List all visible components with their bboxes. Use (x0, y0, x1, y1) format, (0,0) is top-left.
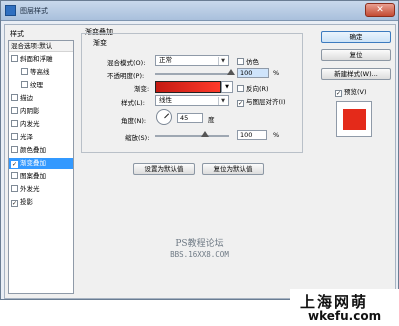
style-item-label: 图案叠加 (20, 172, 46, 180)
style-checkbox[interactable] (11, 133, 18, 140)
dither-label: 仿色 (246, 58, 259, 66)
scale-input[interactable]: 100 (237, 130, 267, 140)
style-item-label: 纹理 (30, 81, 43, 89)
style-list-item[interactable]: 混合选项:默认 (9, 41, 73, 52)
angle-label: 角度(N): (121, 117, 147, 125)
scale-slider-track[interactable] (155, 135, 229, 137)
preview-checkbox[interactable]: ✓ 预览(V) (335, 86, 367, 97)
chevron-down-icon: ▼ (218, 57, 227, 65)
watermark-title: PS教程论坛 (175, 239, 224, 249)
align-with-layer-checkbox[interactable]: ✓ 与图层对齐(I) (237, 96, 286, 107)
style-checkbox[interactable] (11, 172, 18, 179)
style-checkbox[interactable] (11, 55, 18, 62)
style-item-label: 颜色叠加 (20, 146, 46, 154)
style-list-item[interactable]: 等高线 (9, 67, 73, 78)
preview-label: 预览(V) (344, 88, 367, 96)
opacity-unit: % (273, 69, 280, 77)
blend-mode-select[interactable]: 正常 ▼ (155, 55, 229, 66)
style-list-item[interactable]: 描边 (9, 93, 73, 104)
scale-label: 缩放(S): (125, 134, 150, 142)
style-item-label: 投影 (20, 198, 33, 206)
gradient-group-title: 渐变 (91, 38, 109, 48)
style-checkbox[interactable] (11, 185, 18, 192)
style-item-label: 等高线 (30, 68, 50, 76)
angle-dial-needle (164, 113, 170, 119)
reverse-checkbox[interactable]: 反向(R) (237, 83, 269, 93)
style-item-label: 光泽 (20, 133, 33, 141)
style-checkbox[interactable] (11, 107, 18, 114)
style-list-item[interactable]: 内发光 (9, 119, 73, 130)
gradient-picker-chevron-icon[interactable]: ▼ (221, 81, 233, 93)
style-list-item[interactable]: ✓ 渐变叠加 (9, 158, 73, 169)
angle-input[interactable]: 45 (177, 113, 203, 123)
style-label: 样式(L): (121, 99, 145, 107)
reset-button[interactable]: 复位 (321, 49, 391, 61)
align-label: 与图层对齐(I) (246, 98, 286, 106)
angle-unit: 度 (208, 116, 215, 124)
dither-checkbox[interactable]: 仿色 (237, 56, 259, 66)
preview-checkbox-box: ✓ (335, 90, 342, 97)
opacity-slider-thumb[interactable] (227, 69, 235, 75)
style-value: 线性 (159, 96, 172, 104)
style-list-item[interactable]: 光泽 (9, 132, 73, 143)
style-item-label: 内阴影 (20, 107, 40, 115)
opacity-label: 不透明度(P): (107, 72, 145, 80)
opacity-slider-track[interactable] (155, 73, 231, 75)
photoshop-app-icon (5, 5, 16, 16)
style-checkbox[interactable] (11, 94, 18, 101)
style-checkbox[interactable]: ✓ (11, 161, 18, 168)
site-brand-watermark: 上海网萌 wkefu.com (290, 289, 399, 326)
style-checkbox[interactable] (21, 81, 28, 88)
reverse-checkbox-box (237, 85, 244, 92)
brand-url: wkefu.com (308, 309, 382, 323)
chevron-down-icon: ▼ (218, 97, 227, 105)
blend-mode-value: 正常 (159, 56, 172, 64)
style-list-item[interactable]: 图案叠加 (9, 171, 73, 182)
gradient-label: 渐变: (134, 85, 150, 93)
style-preview-box (336, 101, 372, 137)
angle-dial[interactable] (156, 109, 172, 125)
style-item-label: 渐变叠加 (20, 159, 46, 167)
style-list-item[interactable]: 斜面和浮雕 (9, 54, 73, 65)
style-list-item[interactable]: ✓ 投影 (9, 197, 73, 208)
style-preview-swatch (343, 109, 366, 130)
title-bar[interactable]: 图层样式 ✕ (1, 1, 398, 21)
style-checkbox[interactable]: ✓ (11, 200, 18, 207)
style-item-label: 斜面和浮雕 (20, 55, 53, 63)
style-select[interactable]: 线性 ▼ (155, 95, 229, 106)
scale-unit: % (273, 131, 280, 139)
style-list-item[interactable]: 纹理 (9, 80, 73, 91)
scale-slider-thumb[interactable] (200, 131, 209, 137)
reverse-label: 反向(R) (246, 85, 269, 93)
close-icon: ✕ (376, 5, 384, 15)
align-checkbox-box: ✓ (237, 100, 244, 107)
style-list-item[interactable]: 颜色叠加 (9, 145, 73, 156)
style-item-label: 内发光 (20, 120, 40, 128)
style-item-label: 外发光 (20, 185, 40, 193)
style-list-item[interactable]: 外发光 (9, 184, 73, 195)
close-button[interactable]: ✕ (365, 3, 395, 17)
window-title: 图层样式 (20, 7, 48, 15)
gradient-preview-swatch[interactable] (155, 81, 221, 93)
style-list-item[interactable]: 内阴影 (9, 106, 73, 117)
style-checkbox[interactable] (11, 146, 18, 153)
style-checkbox[interactable] (21, 68, 28, 75)
ok-button[interactable]: 确定 (321, 31, 391, 43)
style-item-label: 描边 (20, 94, 33, 102)
opacity-input[interactable]: 100 (237, 68, 269, 78)
style-item-label: 混合选项:默认 (11, 42, 53, 50)
dither-checkbox-box (237, 58, 244, 65)
blend-mode-label: 混合模式(O): (107, 59, 146, 67)
make-default-button[interactable]: 设置为默认值 (133, 163, 195, 175)
new-style-button[interactable]: 新建样式(W)... (321, 68, 391, 80)
style-checkbox[interactable] (11, 120, 18, 127)
reset-to-default-button[interactable]: 复位为默认值 (202, 163, 264, 175)
watermark-url: BBS.16XX8.COM (170, 250, 229, 259)
